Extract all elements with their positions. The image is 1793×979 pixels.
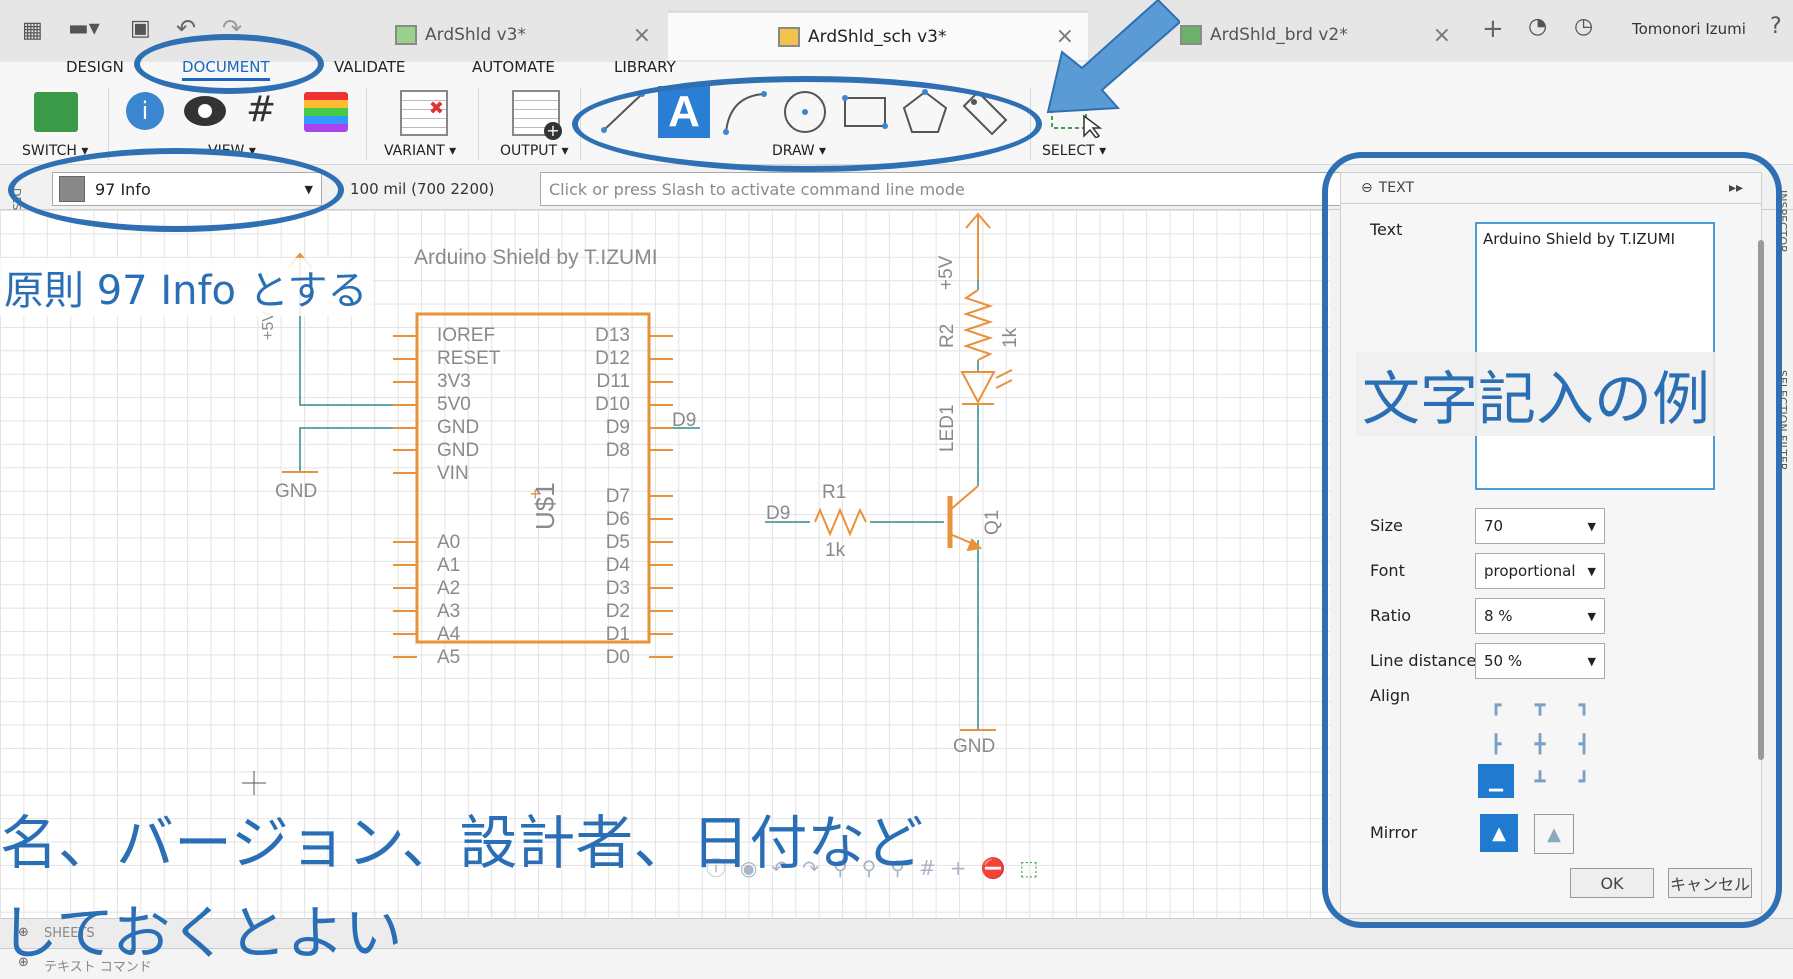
grid-icon[interactable]: # xyxy=(246,92,276,128)
pin-label: D1 xyxy=(605,624,630,645)
file-icon[interactable]: ▬▾ xyxy=(68,16,100,41)
tab-label: ArdShld_brd v2* xyxy=(1210,25,1348,45)
pin-label: 3V3 xyxy=(437,371,471,392)
stop-icon[interactable]: ⛔ xyxy=(980,856,1019,880)
add-icon[interactable]: + xyxy=(950,856,981,880)
tab-library[interactable]: LIBRARY xyxy=(614,58,676,76)
schematic-doc-icon xyxy=(778,26,800,47)
r2-value[interactable]: 1k xyxy=(1000,328,1022,348)
pin-label: A5 xyxy=(437,647,461,668)
output-icon[interactable]: + xyxy=(512,90,562,140)
save-icon[interactable]: ▣ xyxy=(130,16,151,41)
canvas-title-text[interactable]: Arduino Shield by T.IZUMI xyxy=(414,246,658,270)
switch-icon[interactable] xyxy=(34,92,78,132)
tab-ardshld-brd[interactable]: ArdShld_brd v2* × xyxy=(1180,10,1465,60)
r2-label[interactable]: R2 xyxy=(937,324,959,348)
led-label[interactable]: LED1 xyxy=(937,404,959,452)
r1-value[interactable]: 1k xyxy=(825,540,845,562)
group-select[interactable]: SELECT ▾ xyxy=(1042,143,1106,159)
pin-label: D12 xyxy=(595,348,630,369)
select-icon[interactable]: ⬚ xyxy=(1019,856,1052,880)
pin-label: D7 xyxy=(605,486,630,507)
q1-label[interactable]: Q1 xyxy=(982,510,1004,535)
plus5v-label-right[interactable]: +5V xyxy=(936,256,958,290)
pin-label: D9 xyxy=(605,417,630,438)
extensions-icon[interactable]: ◔ xyxy=(1528,14,1547,39)
tab-label: ArdShld v3* xyxy=(425,25,526,45)
tab-validate[interactable]: VALIDATE xyxy=(334,58,405,76)
pin-label: D6 xyxy=(605,509,630,530)
net-label-d9-left[interactable]: D9 xyxy=(766,503,790,525)
pin-label: VIN xyxy=(437,463,469,484)
annotation-panel-example: 文字記入の例 xyxy=(1356,352,1717,436)
net-label-d9-right[interactable]: D9 xyxy=(672,410,696,432)
pin-label: A1 xyxy=(437,555,461,576)
close-icon[interactable]: × xyxy=(1433,23,1451,48)
gnd-label-left[interactable]: GND xyxy=(275,481,317,503)
info-icon[interactable]: i xyxy=(126,92,164,130)
annotation-ring-layer xyxy=(8,148,344,232)
annotation-arrow-icon xyxy=(1046,0,1180,114)
tab-ardshld-sch[interactable]: ArdShld_sch v3* × xyxy=(668,10,1088,60)
pin-label: D0 xyxy=(605,647,630,668)
pin-label: D11 xyxy=(596,371,630,392)
annotation-ring-panel xyxy=(1322,152,1782,928)
ic-pins-left: IOREF RESET 3V3 5V0 GND GND VIN A0 A1 A2… xyxy=(437,324,507,669)
ic-pins-right: D13 D12 D11 D10 D9 D8 D7 D6 D5 D4 D3 D2 … xyxy=(590,324,630,669)
tab-automate[interactable]: AUTOMATE xyxy=(472,58,555,76)
annotation-top-left: 原則 97 Info とする xyxy=(0,258,372,316)
gnd-label-right[interactable]: GND xyxy=(953,736,995,758)
eye-icon[interactable] xyxy=(184,96,226,126)
pin-label: A2 xyxy=(437,578,461,599)
group-output[interactable]: OUTPUT ▾ xyxy=(500,143,569,159)
annotation-ring-document xyxy=(134,34,324,94)
group-variant[interactable]: VARIANT ▾ xyxy=(384,143,456,159)
pin-label: A3 xyxy=(437,601,461,622)
pin-label: D5 xyxy=(605,532,630,553)
pin-label: D10 xyxy=(595,394,630,415)
pin-label: D4 xyxy=(605,555,630,576)
pin-label: D8 xyxy=(605,440,630,461)
layers-icon[interactable] xyxy=(304,92,348,132)
close-icon[interactable]: × xyxy=(633,23,651,48)
tab-design[interactable]: DESIGN xyxy=(66,58,124,76)
pin-label: D3 xyxy=(605,578,630,599)
user-name[interactable]: Tomonori Izumi xyxy=(1632,20,1746,38)
apps-grid-icon[interactable]: ▦ xyxy=(22,18,43,43)
pin-label: GND xyxy=(437,417,480,438)
grid-icon[interactable]: # xyxy=(919,856,950,880)
pin-label: A0 xyxy=(437,532,461,553)
pin-label: A4 xyxy=(437,624,461,645)
tab-ardshld[interactable]: ArdShld v3* × xyxy=(395,10,665,60)
help-icon[interactable]: ? xyxy=(1770,14,1782,39)
design-doc-icon xyxy=(395,25,417,45)
pin-label: RESET xyxy=(437,348,501,369)
clock-icon[interactable]: ◷ xyxy=(1574,14,1593,39)
pin-label: GND xyxy=(437,440,480,461)
annotation-bottom-line1: 名、バージョン、設計者、日付など xyxy=(0,809,924,877)
new-tab-icon[interactable]: + xyxy=(1482,14,1504,44)
command-line-input[interactable]: Click or press Slash to activate command… xyxy=(540,172,1345,206)
r1-label[interactable]: R1 xyxy=(822,482,846,504)
annotation-ring-draw xyxy=(572,76,1042,172)
pin-label: 5V0 xyxy=(437,394,471,415)
pin-label: D2 xyxy=(605,601,630,622)
pin-label: IOREF xyxy=(437,325,496,346)
grid-info: 100 mil (700 2200) xyxy=(350,180,495,198)
tab-label: ArdShld_sch v3* xyxy=(808,26,947,47)
board-doc-icon xyxy=(1180,25,1202,45)
pin-label: D13 xyxy=(595,325,630,346)
ic-name-label[interactable]: U$1 xyxy=(530,482,561,530)
variant-icon[interactable]: ✖ xyxy=(400,90,448,136)
annotation-bottom-line2: しておくとよい xyxy=(0,899,403,967)
